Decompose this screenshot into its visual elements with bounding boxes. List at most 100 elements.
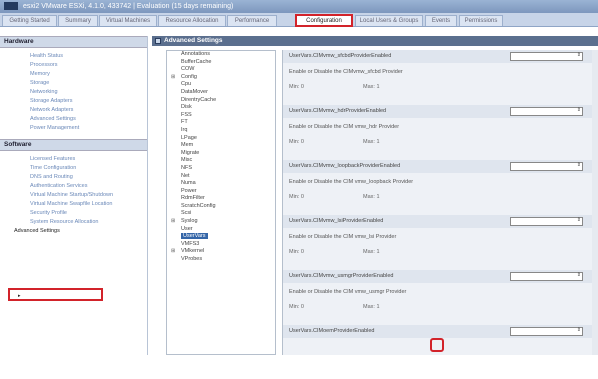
tree-item-nfs[interactable]: NFS	[167, 165, 275, 173]
window-title: esxi2 VMware ESXi, 4.1.0, 433742 | Evalu…	[22, 3, 234, 10]
vertical-scrollbar[interactable]	[592, 50, 598, 355]
tree-item-label: Irq	[181, 126, 188, 133]
tree-item-cow[interactable]: COW	[167, 66, 275, 74]
tree-item-vmkernel[interactable]: ⊞ VMkernel	[167, 248, 275, 256]
nav-memory[interactable]: Memory	[0, 70, 147, 79]
tree-item-lpage[interactable]: LPage	[167, 135, 275, 143]
tree-item-label: Numa	[181, 180, 196, 187]
nav-health-status[interactable]: Health Status	[0, 52, 147, 61]
setting-min: Min: 0	[289, 84, 304, 90]
settings-tree[interactable]: Annotations BufferCache COW ⊞ Config Cpu DataM…	[166, 50, 276, 355]
setting-value-input[interactable]: ⇕	[510, 107, 583, 116]
tree-item-misc[interactable]: Misc	[167, 157, 275, 165]
nav-system-resource-allocation[interactable]: System Resource Allocation	[0, 218, 147, 227]
setting-value-input[interactable]: ⇕	[510, 217, 583, 226]
tree-item-migrate[interactable]: Migrate	[167, 150, 275, 158]
setting-min: Min: 0	[289, 139, 304, 145]
setting-value-input[interactable]: ⇕	[510, 272, 583, 281]
software-heading: Software	[0, 139, 147, 151]
tab-summary[interactable]: Summary	[58, 15, 98, 26]
expand-icon[interactable]: ⊞	[171, 218, 175, 226]
tree-item-uservars[interactable]: UserVars	[167, 233, 275, 241]
nav-sw-advanced-settings[interactable]: Advanced Settings	[0, 227, 147, 236]
nav-vm-startup-shutdown[interactable]: Virtual Machine Startup/Shutdown	[0, 191, 147, 200]
spinner-icon[interactable]: ⇕	[577, 162, 581, 168]
tree-item-annotations[interactable]: Annotations	[167, 51, 275, 59]
tree-item-config[interactable]: ⊞ Config	[167, 74, 275, 82]
tree-item-scsi[interactable]: Scsi	[167, 210, 275, 218]
spinner-icon[interactable]: ⇕	[577, 107, 581, 113]
tree-item-cpu[interactable]: Cpu	[167, 81, 275, 89]
nav-security-profile[interactable]: Security Profile	[0, 209, 147, 218]
nav-processors[interactable]: Processors	[0, 61, 147, 70]
tree-item-numa[interactable]: Numa	[167, 180, 275, 188]
setting-description: Enable or Disable the CIM vmw_loopback P…	[289, 179, 414, 185]
nav-power-management[interactable]: Power Management	[0, 124, 147, 133]
tab-performance[interactable]: Performance	[227, 15, 277, 26]
tab-events[interactable]: Events	[425, 15, 457, 26]
tree-item-label: Mem	[181, 142, 194, 149]
tree-item-mem[interactable]: Mem	[167, 142, 275, 150]
tree-item-ft[interactable]: FT	[167, 119, 275, 127]
tree-item-syslog[interactable]: ⊞ Syslog	[167, 218, 275, 226]
tree-item-label: User	[181, 225, 193, 232]
tab-bar: Getting Started Summary Virtual Machines…	[0, 13, 598, 27]
tree-item-rdmfilter[interactable]: RdmFilter	[167, 195, 275, 203]
tree-item-label: Syslog	[181, 218, 198, 225]
tree-item-label: Misc	[181, 157, 193, 164]
spinner-icon[interactable]: ⇕	[577, 327, 581, 333]
hardware-heading: Hardware	[0, 36, 147, 48]
tree-item-net[interactable]: Net	[167, 173, 275, 181]
hardware-list: Health Status Processors Memory Storage …	[0, 48, 147, 137]
tab-permissions[interactable]: Permissions	[459, 15, 503, 26]
setting-description: Enable or Disable the CIM vmw_hdr Provid…	[289, 124, 400, 130]
tree-item-buffercache[interactable]: BufferCache	[167, 59, 275, 67]
setting-group: UserVars.CIMvmw_hdrProviderEnabled ⇕ Enabl…	[283, 105, 598, 159]
tree-item-label: Net	[181, 172, 190, 179]
spinner-icon[interactable]: ⇕	[577, 52, 581, 58]
nav-network-adapters[interactable]: Network Adapters	[0, 106, 147, 115]
tab-resource-allocation[interactable]: Resource Allocation	[158, 15, 226, 26]
nav-storage[interactable]: Storage	[0, 79, 147, 88]
tree-item-disk[interactable]: Disk	[167, 104, 275, 112]
tree-item-label: DirentryCache	[181, 96, 217, 103]
nav-storage-adapters[interactable]: Storage Adapters	[0, 97, 147, 106]
nav-hw-advanced-settings[interactable]: Advanced Settings	[0, 115, 147, 124]
expand-icon[interactable]: ⊞	[171, 74, 175, 82]
tree-item-datamover[interactable]: DataMover	[167, 89, 275, 97]
nav-time-configuration[interactable]: Time Configuration	[0, 164, 147, 173]
nav-networking[interactable]: Networking	[0, 88, 147, 97]
advanced-settings-panel: Advanced Settings Annotations BufferCache…	[152, 36, 598, 355]
tree-item-label: Scsi	[181, 210, 192, 217]
tree-item-scratchconfig[interactable]: ScratchConfig	[167, 203, 275, 211]
tree-item-direntrycache[interactable]: DirentryCache	[167, 97, 275, 105]
spinner-icon[interactable]: ⇕	[577, 217, 581, 223]
nav-vm-swapfile-location[interactable]: Virtual Machine Swapfile Location	[0, 200, 147, 209]
tab-configuration[interactable]: Configuration	[295, 14, 353, 27]
tree-item-fss[interactable]: FSS	[167, 112, 275, 120]
setting-value-input[interactable]: ⇕	[510, 162, 583, 171]
settings-list: UserVars.CIMvmw_sfcbdProviderEnabled ⇕ Ena…	[282, 50, 598, 355]
setting-group: UserVars.CIMvmw_usmgrProviderEnabled ⇕ Ena…	[283, 270, 598, 324]
expand-icon[interactable]: ⊞	[171, 248, 175, 256]
tree-item-label: VMkernel	[181, 248, 205, 255]
setting-group: UserVars.CIMvmw_loopbackProviderEnabled ⇕…	[283, 160, 598, 214]
tree-item-vmfs3[interactable]: VMFS3	[167, 241, 275, 249]
spinner-icon[interactable]: ⇕	[577, 272, 581, 278]
setting-value-input[interactable]: ⇕	[510, 327, 583, 336]
tree-item-power[interactable]: Power	[167, 188, 275, 196]
tree-item-vprobes[interactable]: VProbes	[167, 256, 275, 264]
advanced-settings-header: Advanced Settings	[152, 36, 598, 46]
tab-local-users-groups[interactable]: Local Users & Groups	[355, 15, 423, 26]
setting-max: Max: 1	[363, 249, 380, 255]
tree-item-user[interactable]: User	[167, 226, 275, 234]
nav-licensed-features[interactable]: Licensed Features	[0, 155, 147, 164]
configuration-nav: Hardware Health Status Processors Memory…	[0, 36, 148, 355]
setting-value-input[interactable]: ⇕	[510, 52, 583, 61]
tab-getting-started[interactable]: Getting Started	[2, 15, 57, 26]
tab-virtual-machines[interactable]: Virtual Machines	[99, 15, 157, 26]
nav-dns-routing[interactable]: DNS and Routing	[0, 173, 147, 182]
nav-authentication-services[interactable]: Authentication Services	[0, 182, 147, 191]
tree-item-label: VProbes	[181, 256, 203, 263]
tree-item-irq[interactable]: Irq	[167, 127, 275, 135]
